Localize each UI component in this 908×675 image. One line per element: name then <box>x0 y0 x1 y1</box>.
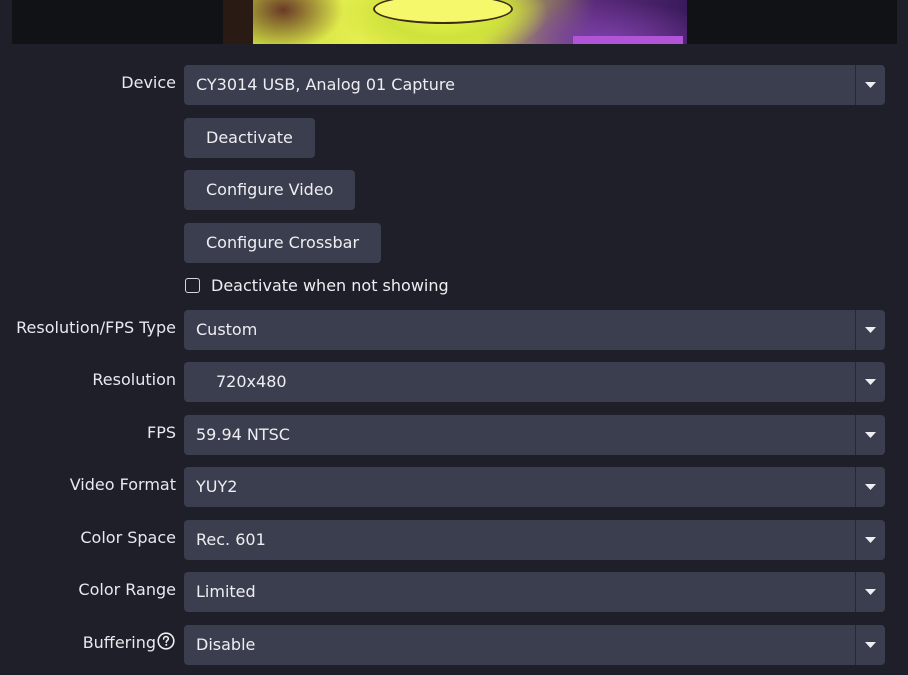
resolution-value: 720x480 <box>216 372 287 391</box>
resolution-fps-type-value: Custom <box>196 320 258 339</box>
chevron-down-icon[interactable] <box>856 415 885 455</box>
chevron-down-icon[interactable] <box>856 362 885 402</box>
configure-crossbar-button[interactable]: Configure Crossbar <box>184 223 382 263</box>
color-range-value: Limited <box>196 582 256 601</box>
chevron-down-icon[interactable] <box>856 625 885 665</box>
buffering-select[interactable]: Disable <box>184 625 885 665</box>
color-space-value: Rec. 601 <box>196 530 266 549</box>
configure-video-button[interactable]: Configure Video <box>184 170 356 210</box>
color-space-select[interactable]: Rec. 601 <box>184 520 885 560</box>
buffering-label: Buffering <box>82 633 156 652</box>
chevron-down-icon[interactable] <box>856 65 885 105</box>
device-label: Device <box>121 73 176 92</box>
question-circle-icon[interactable] <box>157 632 175 650</box>
fps-label: FPS <box>146 423 176 442</box>
video-preview <box>223 0 687 44</box>
buffering-value: Disable <box>196 635 256 654</box>
resolution-label: Resolution <box>92 370 176 389</box>
fps-select[interactable]: 59.94 NTSC <box>184 415 885 455</box>
video-format-select[interactable]: YUY2 <box>184 467 885 507</box>
color-range-select[interactable]: Limited <box>184 572 885 612</box>
device-select[interactable]: CY3014 USB, Analog 01 Capture <box>184 65 885 105</box>
deactivate-button[interactable]: Deactivate <box>184 118 315 158</box>
device-value: CY3014 USB, Analog 01 Capture <box>196 75 455 94</box>
video-format-value: YUY2 <box>196 477 238 496</box>
deactivate-when-not-showing-checkbox[interactable] <box>185 278 200 293</box>
video-format-label: Video Format <box>69 475 176 494</box>
color-range-label: Color Range <box>78 580 176 599</box>
resolution-fps-type-label: Resolution/FPS Type <box>16 318 176 337</box>
deactivate-when-not-showing-label: Deactivate when not showing <box>211 276 449 295</box>
chevron-down-icon[interactable] <box>856 467 885 507</box>
chevron-down-icon[interactable] <box>856 572 885 612</box>
chevron-down-icon[interactable] <box>856 520 885 560</box>
fps-value: 59.94 NTSC <box>196 425 290 444</box>
chevron-down-icon[interactable] <box>856 310 885 350</box>
color-space-label: Color Space <box>80 528 176 547</box>
resolution-fps-type-select[interactable]: Custom <box>184 310 885 350</box>
resolution-select[interactable]: 720x480 <box>184 362 885 402</box>
